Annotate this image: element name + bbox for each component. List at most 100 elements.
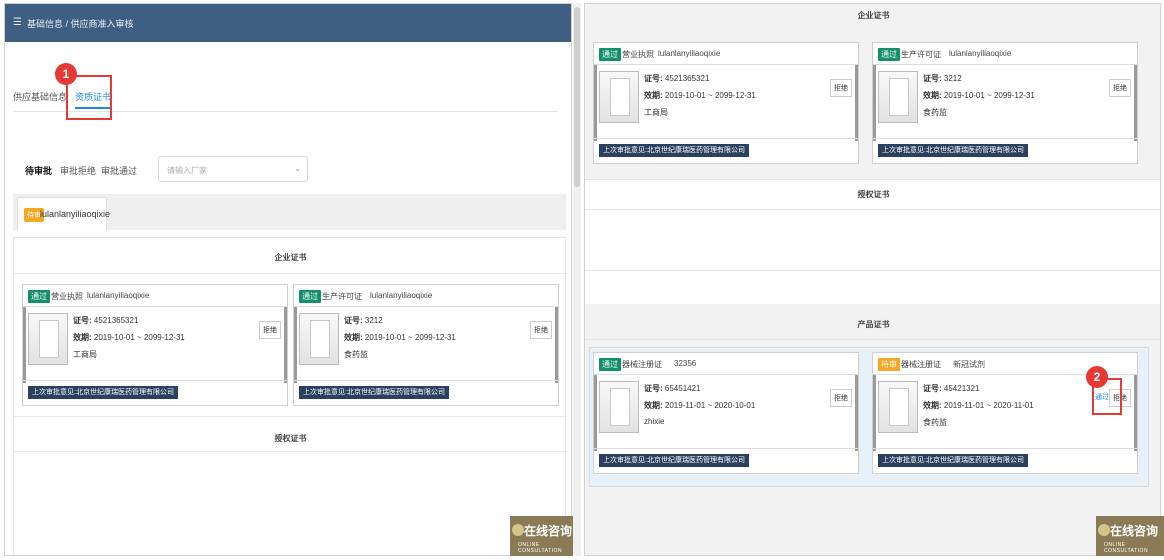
card-edge xyxy=(594,65,597,141)
cert-no-label: 证号: xyxy=(644,74,663,83)
cert-holder: lulanlanyiliaoqixie xyxy=(949,49,1012,58)
period-label: 效期: xyxy=(644,401,663,410)
approval-opinion-tag: 上次审批意见:北京世纪康瑞医药管理有限公司 xyxy=(299,386,449,399)
approval-opinion-tag: 上次审批意见:北京世纪康瑞医药管理有限公司 xyxy=(878,144,1028,157)
cert-no-label: 证号: xyxy=(73,316,92,325)
cert-no-label: 证号: xyxy=(923,74,942,83)
cert-type: 器械注册证 xyxy=(901,360,941,369)
card-edge xyxy=(873,375,876,451)
cert-holder: lulanlanyiliaoqixie xyxy=(370,291,433,300)
validity-period: 2019-10-01 ~ 2099-12-31 xyxy=(943,91,1035,100)
issuer: 工商局 xyxy=(644,108,668,117)
cert-thumbnail[interactable] xyxy=(299,313,339,365)
approval-opinion-tag: 上次审批意见:北京世纪康瑞医药管理有限公司 xyxy=(599,454,749,467)
breadcrumb: 基础信息 / 供应商准入审核 xyxy=(27,19,134,29)
tab-approval-passed[interactable]: 审批通过 xyxy=(101,164,137,177)
online-consult-widget[interactable]: 在线咨询 ONLINE CONSULTATION xyxy=(510,516,578,556)
divider xyxy=(873,448,1137,449)
issuer: 食药监 xyxy=(923,108,947,117)
approval-status-tabs: 待审批 审批拒绝 审批通过 请输入厂家 ⌄ xyxy=(15,152,560,184)
cert-holder: lulanlanyiliaoqixie xyxy=(658,49,721,58)
cert-no: 4521365321 xyxy=(93,316,139,325)
status-badge: 通过 xyxy=(599,358,621,371)
certificate-card: 通过 营业执照 lulanlanyiliaoqixie 证号: 45213653… xyxy=(593,42,859,164)
divider xyxy=(14,451,567,452)
status-badge: 通过 xyxy=(878,48,900,61)
validity-period: 2019-10-01 ~ 2099-12-31 xyxy=(664,91,756,100)
online-consult-widget[interactable]: 在线咨询 ONLINE CONSULTATION xyxy=(1096,516,1164,556)
card-edge xyxy=(23,307,26,383)
approval-opinion-tag: 上次审批意见:北京世纪康瑞医药管理有限公司 xyxy=(28,386,178,399)
cert-thumbnail[interactable] xyxy=(878,381,918,433)
manufacturer-select[interactable]: 请输入厂家 ⌄ xyxy=(158,156,308,182)
cert-type: 生产许可证 xyxy=(901,50,941,59)
section-title-enterprise: 企业证书 xyxy=(274,253,307,262)
callout-badge: 2 xyxy=(1086,366,1108,388)
status-badge: 通过 xyxy=(299,290,321,303)
cert-thumbnail[interactable] xyxy=(878,71,918,123)
certificate-card: 通过 器械注册证 32356 证号: 65451421 效期: 2019-11-… xyxy=(593,352,859,474)
card-edge xyxy=(1134,375,1137,451)
tab-supplier-basic-info[interactable]: 供应基础信息 xyxy=(13,90,67,103)
card-edge xyxy=(555,307,558,383)
validity-period: 2019-11-01 ~ 2020-11-01 xyxy=(943,401,1034,410)
divider xyxy=(294,380,558,381)
menu-icon[interactable]: ☰ xyxy=(13,17,22,28)
card-edge xyxy=(873,65,876,141)
cert-no-label: 证号: xyxy=(344,316,363,325)
reject-button[interactable]: 拒绝 xyxy=(830,79,852,97)
validity-period: 2019-11-01 ~ 2020-10-01 xyxy=(664,401,756,410)
section-title-authorization: 授权证书 xyxy=(857,190,890,199)
chevron-down-icon: ⌄ xyxy=(294,164,301,173)
card-edge xyxy=(594,375,597,451)
period-label: 效期: xyxy=(73,333,92,342)
card-header: 通过 生产许可证 lulanlanyiliaoqixie xyxy=(873,43,1137,65)
card-header: 通过 器械注册证 32356 xyxy=(594,353,858,375)
scrollbar-thumb[interactable] xyxy=(574,7,580,187)
cert-no: 3212 xyxy=(943,74,962,83)
period-label: 效期: xyxy=(923,401,942,410)
divider xyxy=(594,138,858,139)
approval-opinion-tag: 上次审批意见:北京世纪康瑞医药管理有限公司 xyxy=(599,144,749,157)
consult-subtitle: ONLINE CONSULTATION xyxy=(518,542,563,554)
divider xyxy=(585,179,1160,180)
cert-no: 3212 xyxy=(364,316,383,325)
cert-holder: 新冠试剂 xyxy=(953,360,985,369)
period-label: 效期: xyxy=(644,91,663,100)
cert-thumbnail[interactable] xyxy=(599,381,639,433)
card-edge xyxy=(294,307,297,383)
card-edge xyxy=(1134,65,1137,141)
cert-no: 65451421 xyxy=(664,384,701,393)
section-title-product: 产品证书 xyxy=(857,320,890,329)
scrollbar[interactable] xyxy=(573,3,581,556)
issuer: 食药监 xyxy=(923,418,947,427)
cert-no: 45421321 xyxy=(943,384,980,393)
certificate-card: 通过 生产许可证 lulanlanyiliaoqixie 证号: 3212 效期… xyxy=(872,42,1138,164)
cert-holder: lulanlanyiliaoqixie xyxy=(87,291,150,300)
tab-pending-approval[interactable]: 待审批 xyxy=(25,164,52,177)
divider xyxy=(23,380,287,381)
reject-button[interactable]: 拒绝 xyxy=(1109,79,1131,97)
manufacturer-select-placeholder: 请输入厂家 xyxy=(167,166,207,175)
section-title-authorization: 授权证书 xyxy=(274,434,307,443)
tab-approval-rejected[interactable]: 审批拒绝 xyxy=(60,164,96,177)
cert-thumbnail[interactable] xyxy=(28,313,68,365)
consult-subtitle: ONLINE CONSULTATION xyxy=(1104,542,1149,554)
divider xyxy=(594,448,858,449)
issuer: 工商局 xyxy=(73,350,97,359)
divider xyxy=(585,270,1160,271)
reject-button[interactable]: 拒绝 xyxy=(530,321,552,339)
cert-thumbnail[interactable] xyxy=(599,71,639,123)
cert-no-label: 证号: xyxy=(923,384,942,393)
card-header: 通过 生产许可证 lulanlanyiliaoqixie xyxy=(294,285,558,307)
period-label: 效期: xyxy=(344,333,363,342)
divider xyxy=(585,209,1160,210)
issuer: zhixie xyxy=(644,417,665,426)
cert-no-label: 证号: xyxy=(644,384,663,393)
reject-button[interactable]: 拒绝 xyxy=(259,321,281,339)
status-badge: 通过 xyxy=(28,290,50,303)
chat-icon xyxy=(512,524,524,536)
supplier-tab[interactable]: 待审 lulanlanyiliaoqixie xyxy=(17,197,110,230)
issuer: 食药监 xyxy=(344,350,368,359)
reject-button[interactable]: 拒绝 xyxy=(830,389,852,407)
